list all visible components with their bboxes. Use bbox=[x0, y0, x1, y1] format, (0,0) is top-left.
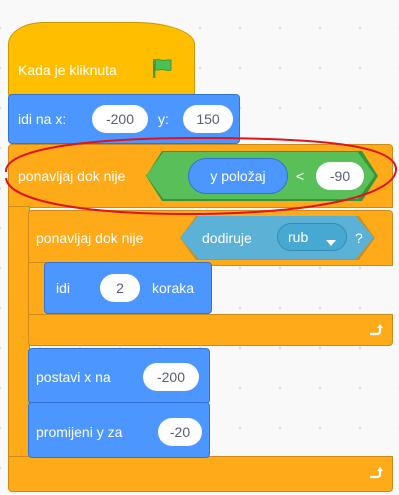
red-annotation-ellipse bbox=[4, 136, 398, 216]
